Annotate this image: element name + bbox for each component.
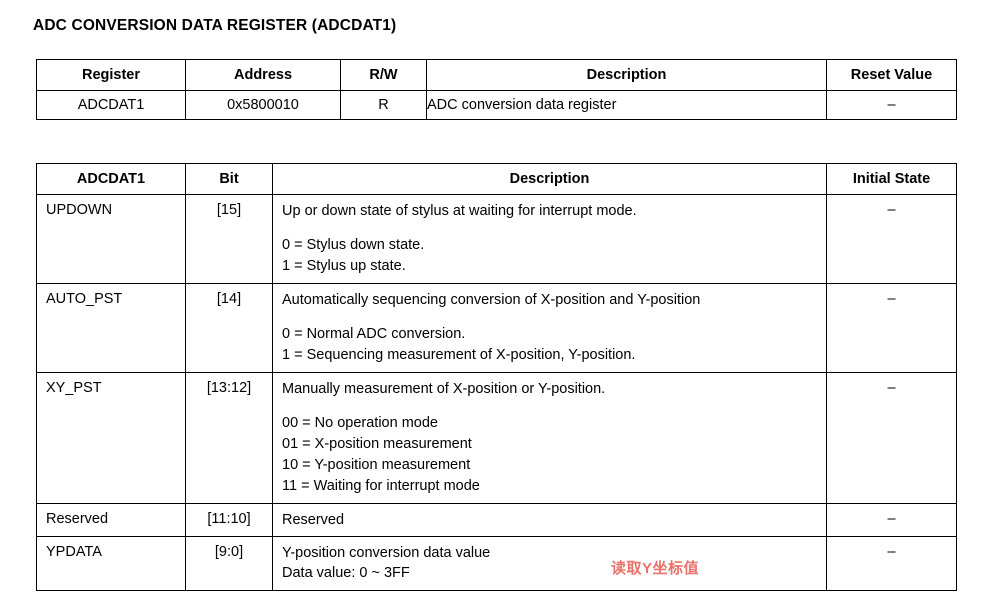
cell-register-address: 0x5800010 xyxy=(185,90,341,120)
description-option: 10 = Y-position measurement xyxy=(282,457,471,473)
table-row: ADCDAT1 0x5800010 R ADC conversion data … xyxy=(36,90,957,120)
cell-field-name: UPDOWN xyxy=(36,194,186,284)
description-headline: Reserved xyxy=(282,512,345,528)
cell-field-description: Manually measurement of X-position or Y-… xyxy=(272,372,827,504)
cell-field-initial-state: – xyxy=(826,283,957,373)
cell-field-initial-state: – xyxy=(826,536,957,591)
cell-register-description: ADC conversion data register xyxy=(426,90,827,120)
cell-field-name: XY_PST xyxy=(36,372,186,504)
cell-field-description: Reserved xyxy=(272,503,827,537)
cell-field-bit: [11:10] xyxy=(185,503,273,537)
cell-field-initial-state: – xyxy=(826,503,957,537)
description-option: 1 = Stylus up state. xyxy=(282,258,406,274)
description-headline: Up or down state of stylus at waiting fo… xyxy=(282,203,637,219)
cell-field-description: Up or down state of stylus at waiting fo… xyxy=(272,194,827,284)
column-header-description: Description xyxy=(272,163,827,195)
cell-register-reset-value: – xyxy=(826,90,957,120)
register-summary-table: Register Address R/W Description Reset V… xyxy=(36,59,957,120)
column-header-field-name: ADCDAT1 xyxy=(36,163,186,195)
description-option: 1 = Sequencing measurement of X-position… xyxy=(282,347,636,363)
description-data-range: Data value: 0 ~ 3FF xyxy=(282,565,410,581)
page-title: ADC CONVERSION DATA REGISTER (ADCDAT1) xyxy=(33,17,397,34)
cell-field-description: Y-position conversion data value Data va… xyxy=(272,536,827,591)
cell-field-bit: [13:12] xyxy=(185,372,273,504)
cell-field-initial-state: – xyxy=(826,194,957,284)
description-option-list: 0 = Normal ADC conversion. 1 = Sequencin… xyxy=(282,324,826,366)
cell-field-name: YPDATA xyxy=(36,536,186,591)
red-annotation-note: 读取Y坐标值 xyxy=(611,560,700,577)
column-header-rw: R/W xyxy=(340,59,427,91)
column-header-register: Register xyxy=(36,59,186,91)
column-header-address: Address xyxy=(185,59,341,91)
description-option: 0 = Normal ADC conversion. xyxy=(282,326,466,342)
description-option: 00 = No operation mode xyxy=(282,415,438,431)
cell-field-bit: [15] xyxy=(185,194,273,284)
cell-field-bit: [14] xyxy=(185,283,273,373)
table-header-row: Register Address R/W Description Reset V… xyxy=(36,59,957,91)
cell-field-bit: [9:0] xyxy=(185,536,273,591)
cell-field-description: Automatically sequencing conversion of X… xyxy=(272,283,827,373)
description-headline: Y-position conversion data value xyxy=(282,545,491,561)
cell-field-initial-state: – xyxy=(826,372,957,504)
table-row: YPDATA [9:0] Y-position conversion data … xyxy=(36,536,957,591)
description-option-list: 0 = Stylus down state. 1 = Stylus up sta… xyxy=(282,235,826,277)
column-header-description: Description xyxy=(426,59,827,91)
table-row: AUTO_PST [14] Automatically sequencing c… xyxy=(36,283,957,373)
cell-field-name: Reserved xyxy=(36,503,186,537)
description-option: 01 = X-position measurement xyxy=(282,436,472,452)
table-header-row: ADCDAT1 Bit Description Initial State xyxy=(36,163,957,195)
description-headline: Automatically sequencing conversion of X… xyxy=(282,292,701,308)
table-row: XY_PST [13:12] Manually measurement of X… xyxy=(36,372,957,504)
bitfield-description-table: ADCDAT1 Bit Description Initial State UP… xyxy=(36,163,957,591)
column-header-initial-state: Initial State xyxy=(826,163,957,195)
cell-register-rw: R xyxy=(340,90,427,120)
cell-field-name: AUTO_PST xyxy=(36,283,186,373)
description-option: 0 = Stylus down state. xyxy=(282,237,425,253)
column-header-bit: Bit xyxy=(185,163,273,195)
description-option-list: 00 = No operation mode 01 = X-position m… xyxy=(282,413,826,497)
table-row: Reserved [11:10] Reserved – xyxy=(36,503,957,537)
table-row: UPDOWN [15] Up or down state of stylus a… xyxy=(36,194,957,284)
description-headline: Manually measurement of X-position or Y-… xyxy=(282,381,606,397)
cell-register-name: ADCDAT1 xyxy=(36,90,186,120)
description-option: 11 = Waiting for interrupt mode xyxy=(282,478,480,494)
column-header-reset-value: Reset Value xyxy=(826,59,957,91)
